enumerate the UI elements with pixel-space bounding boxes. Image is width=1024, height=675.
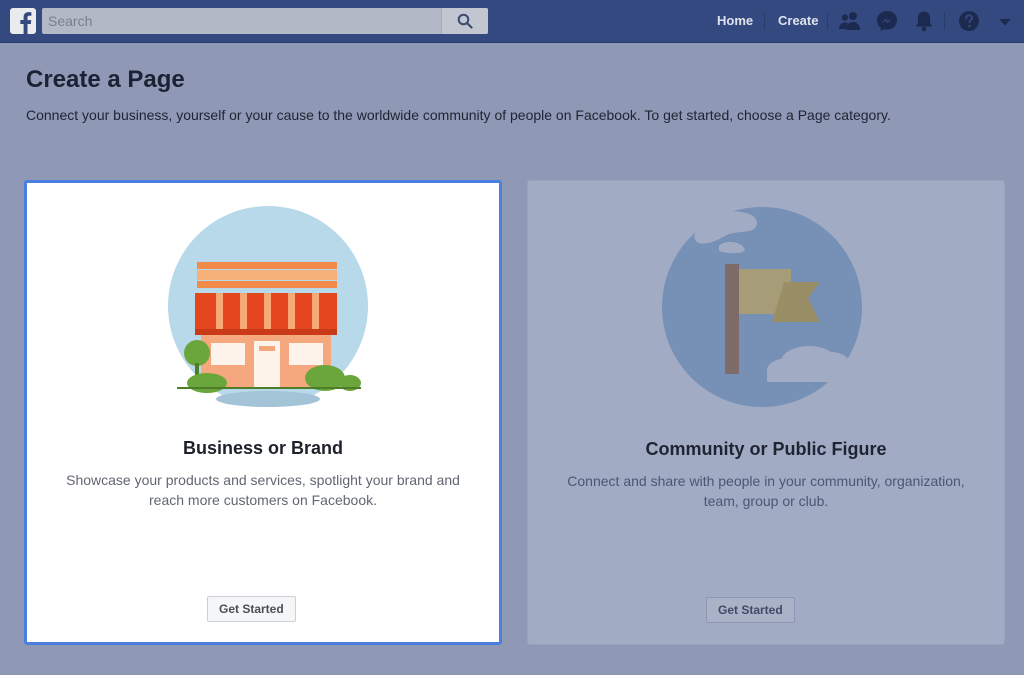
flag-illustration-icon xyxy=(662,207,862,407)
page-description: Connect your business, yourself or your … xyxy=(26,107,891,123)
card-title: Community or Public Figure xyxy=(645,439,887,459)
card-description-line: Connect and share with people in your co… xyxy=(567,473,965,489)
nav-divider xyxy=(944,12,945,30)
account-dropdown-icon[interactable] xyxy=(993,9,1017,33)
page-title: Create a Page xyxy=(26,66,185,93)
nav-divider xyxy=(764,12,765,30)
search-box xyxy=(42,8,488,34)
community-or-public-figure-card[interactable]: Community or Public Figure Connect and s… xyxy=(527,180,1005,645)
facebook-logo-icon[interactable] xyxy=(10,8,36,34)
storefront-illustration-icon xyxy=(168,206,368,407)
nav-home-link[interactable]: Home xyxy=(717,13,753,28)
search-input[interactable] xyxy=(42,8,452,34)
top-navigation-bar: Home Create xyxy=(0,0,1024,43)
get-started-button[interactable]: Get Started xyxy=(207,596,296,622)
card-description-line: Showcase your products and services, spo… xyxy=(66,472,460,488)
nav-divider xyxy=(827,12,828,30)
messenger-icon[interactable] xyxy=(875,9,899,33)
card-description: Showcase your products and services, spo… xyxy=(57,470,469,510)
business-or-brand-card[interactable]: Business or Brand Showcase your products… xyxy=(24,180,502,645)
help-icon[interactable] xyxy=(957,9,981,33)
friends-icon[interactable] xyxy=(838,9,862,33)
card-description-line: reach more customers on Facebook. xyxy=(149,492,377,508)
card-description-line: team, group or club. xyxy=(703,493,829,509)
search-button[interactable] xyxy=(441,8,488,34)
get-started-button[interactable]: Get Started xyxy=(706,597,795,623)
search-icon xyxy=(457,13,473,29)
card-description: Connect and share with people in your co… xyxy=(558,471,974,511)
card-title: Business or Brand xyxy=(182,438,344,458)
nav-create-link[interactable]: Create xyxy=(778,13,818,28)
notifications-bell-icon[interactable] xyxy=(912,9,936,33)
